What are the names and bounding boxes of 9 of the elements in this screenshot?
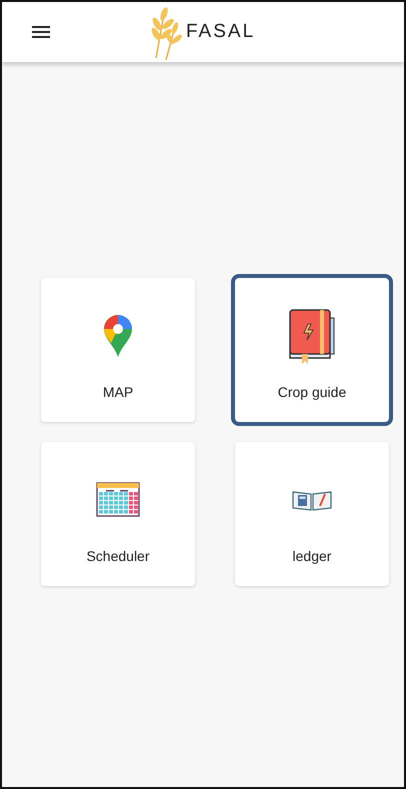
menu-tile[interactable]: Crop guide [235,278,389,422]
menu-tile[interactable]: ledger [235,442,389,586]
menu-tile[interactable]: Scheduler [41,442,195,586]
map-pin-icon [104,315,132,357]
book-icon [288,308,336,364]
calendar-icon [96,480,140,520]
menu-tile[interactable]: MAP [41,278,195,422]
app-title: FASAL [186,21,256,43]
menu-icon[interactable] [32,26,50,38]
